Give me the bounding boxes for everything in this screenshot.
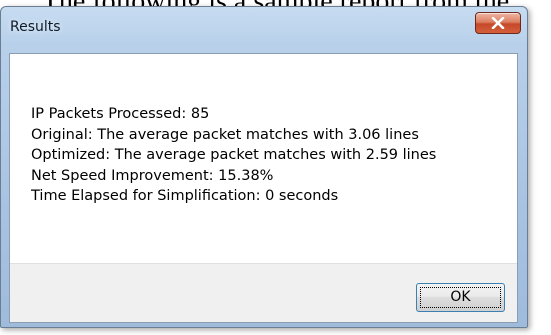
report-line-original: Original: The average packet matches wit… xyxy=(31,126,419,143)
button-area: OK xyxy=(10,263,517,322)
dialog-body: IP Packets Processed: 85 Original: The a… xyxy=(9,53,518,323)
ok-button[interactable]: OK xyxy=(416,283,505,312)
report-line-speed: Net Speed Improvement: 15.38% xyxy=(31,167,274,184)
report-text: IP Packets Processed: 85 Original: The a… xyxy=(31,104,436,207)
report-line-time: Time Elapsed for Simplification: 0 secon… xyxy=(31,188,339,204)
ok-button-label: OK xyxy=(450,289,471,305)
report-line-optimized: Optimized: The average packet matches wi… xyxy=(31,147,437,163)
title-bar[interactable]: Results xyxy=(1,7,527,53)
close-button[interactable] xyxy=(475,12,521,34)
close-icon xyxy=(491,17,505,29)
results-dialog: Results IP Packets Processed: 85 Origina… xyxy=(0,6,528,328)
report-line-packets: IP Packets Processed: 85 xyxy=(31,106,210,122)
dialog-title: Results xyxy=(10,19,61,35)
